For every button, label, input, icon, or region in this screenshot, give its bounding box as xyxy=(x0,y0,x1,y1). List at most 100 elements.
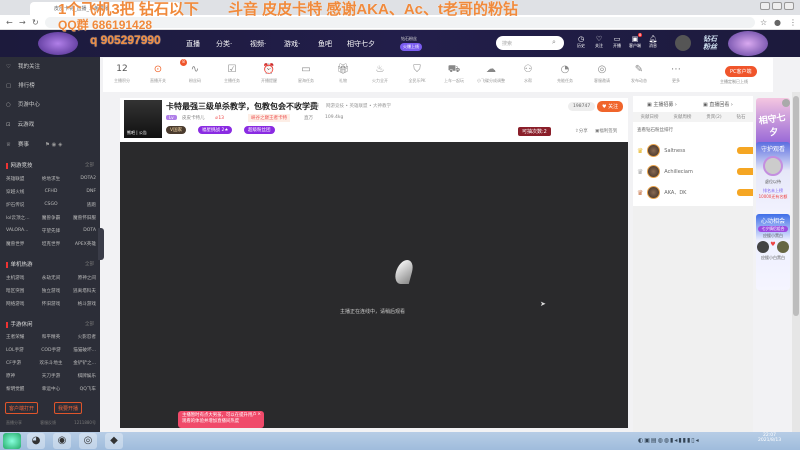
game-link[interactable]: 独立游戏 xyxy=(36,288,66,294)
game-link[interactable]: DOTA2 xyxy=(66,176,96,182)
game-link[interactable]: 魔兽怀旧服 xyxy=(66,215,96,221)
tool-9[interactable]: ☁ 小飞碟分成调整 xyxy=(474,64,508,84)
sidebar-item-esports[interactable]: ♕ 赛事 ⚑ ◉ ◈ xyxy=(6,140,62,148)
video-player[interactable]: 主播正在连线中，请稍后观看 ➤ xyxy=(120,142,628,428)
tool-14[interactable]: ⋯ 更多 xyxy=(659,64,693,84)
profile-icon[interactable]: ● xyxy=(774,18,781,27)
rank-row[interactable]: ♛ Achilleciam xyxy=(637,165,753,178)
game-link[interactable]: 猫猫破坏... xyxy=(66,347,96,353)
super-fan-badge[interactable]: 超级粉丝团 xyxy=(244,126,275,134)
sidebar-item-follow[interactable]: ♡ 我的关注 xyxy=(6,62,40,70)
game-link[interactable]: 网络游戏 xyxy=(6,301,36,307)
tab-weekly[interactable]: 贡献周榜 xyxy=(673,114,691,122)
tool-7[interactable]: ⛉ 全民乐PK xyxy=(400,64,434,84)
tool-0[interactable]: ⊙ 直播开关 xyxy=(141,64,175,84)
promo-button[interactable]: 火爆上线 xyxy=(400,43,422,51)
league-client-icon[interactable]: ◆ xyxy=(105,433,123,449)
category-breadcrumb[interactable]: 网游竞技 • 英雄联盟 • 大神教学 xyxy=(326,103,391,109)
page-scrollbar[interactable] xyxy=(792,92,800,432)
anchor-recruit-link[interactable]: ▣ 主播招募 › xyxy=(647,101,677,108)
tool-2[interactable]: ☑ 主播任务 xyxy=(215,64,249,84)
clock[interactable]: 22:07 2021/8/13 xyxy=(758,433,781,443)
vip-badge[interactable]: V国家 xyxy=(166,126,187,134)
game-link[interactable]: 逃离塔科夫 xyxy=(66,288,96,294)
game-link[interactable]: VALORA... xyxy=(6,228,36,234)
couple-banner[interactable]: 心动相会 七夕情侣组合 应援小黑白 ♥ 应援小白黑白 xyxy=(756,214,790,290)
game-link[interactable]: 穿越火线 xyxy=(6,189,36,195)
game-link[interactable]: 火影忍者 xyxy=(66,334,96,340)
game-link[interactable]: 棋牌娱乐 xyxy=(66,373,96,379)
room-tag[interactable]: 峡谷之巅王者卡特 xyxy=(248,114,290,122)
sidebar-item-ranking[interactable]: ▢ 排行榜 xyxy=(6,81,35,89)
tool-5[interactable]: 🎁︎ 礼物 xyxy=(326,64,360,84)
streamer-name[interactable]: 皮皮卡特儿 xyxy=(182,115,205,121)
tool-8[interactable]: ⛟ 上车一起玩 xyxy=(437,64,471,84)
more-link[interactable]: 全部 xyxy=(85,162,94,168)
game-link[interactable]: 永劫无间 xyxy=(36,275,66,281)
tool-11[interactable]: ◔ 充能任务 xyxy=(548,64,582,84)
game-link[interactable]: 炉石传说 xyxy=(6,202,36,208)
share-button[interactable]: ⇪分享 xyxy=(575,128,588,134)
game-link[interactable]: 魔兽争霸 xyxy=(36,215,66,221)
game-link[interactable]: 原神 xyxy=(6,373,36,379)
scrollbar-thumb[interactable] xyxy=(793,96,799,316)
start-live-button[interactable]: 我要开播 xyxy=(54,402,83,414)
game-link[interactable]: COD手游 xyxy=(36,347,66,353)
nav-video[interactable]: 视频· xyxy=(250,39,266,49)
game-link[interactable]: QQ飞车 xyxy=(66,386,96,392)
game-link[interactable]: 和平精英 xyxy=(36,334,66,340)
game-link[interactable]: 逃跑 xyxy=(66,202,96,208)
follow-button[interactable]: ♡ 关注 xyxy=(591,35,607,49)
rank-row[interactable]: ♛ AKA、DK xyxy=(637,186,753,199)
tool-4[interactable]: ▭ 星海任务 xyxy=(289,64,323,84)
nav-fishbar[interactable]: 鱼吧 xyxy=(318,39,332,49)
footer-link[interactable]: 直播分享 xyxy=(6,420,22,426)
tab-daily[interactable]: 贡献日榜 xyxy=(640,114,658,122)
game-link[interactable]: CSGO xyxy=(36,202,66,208)
game-link[interactable]: LOL手游 xyxy=(6,347,36,353)
game-link[interactable]: 坦克世界 xyxy=(36,241,66,247)
more-link[interactable]: 全部 xyxy=(85,261,94,267)
client-open-button[interactable]: 客户端打开 xyxy=(5,402,39,414)
tool-12[interactable]: ◎ 客服邀请 xyxy=(585,64,619,84)
game-link[interactable]: DOTA xyxy=(66,228,96,234)
tool-6[interactable]: ♨ 火力全开 xyxy=(363,64,397,84)
score-widget[interactable]: 12 主播积分 xyxy=(105,64,139,84)
tool-13[interactable]: ✎ 发布动态 xyxy=(622,64,656,84)
game-link[interactable]: 幸运中心 xyxy=(36,386,66,392)
star-icon[interactable]: ☆ xyxy=(760,18,767,27)
game-link[interactable]: 王者荣耀 xyxy=(6,334,36,340)
footer-link[interactable]: 客服反馈 xyxy=(40,420,56,426)
collapse-banner-button[interactable] xyxy=(782,99,790,107)
tool-3[interactable]: ⏰ 开播提醒 xyxy=(252,64,286,84)
nav-qixi[interactable]: 相守七夕 xyxy=(347,39,375,49)
tool-1[interactable]: ∿ 粉丝码 xyxy=(178,64,212,84)
maximize-button[interactable] xyxy=(772,2,782,10)
forward-icon[interactable]: → xyxy=(19,18,26,27)
back-icon[interactable]: ← xyxy=(6,18,13,27)
game-link[interactable]: 绝地求生 xyxy=(36,176,66,182)
toast-close-button[interactable]: × xyxy=(257,412,261,418)
nav-live[interactable]: 直播 xyxy=(186,39,200,49)
game-link[interactable]: DNF xyxy=(66,189,96,195)
game-link[interactable]: 怀旧游戏 xyxy=(36,301,66,307)
game-link[interactable]: 主机游戏 xyxy=(6,275,36,281)
follow-button[interactable]: ♥ 关注 xyxy=(597,101,624,112)
history-button[interactable]: ◷ 历史 xyxy=(573,35,589,49)
game-link[interactable]: APEX英雄 xyxy=(66,241,96,247)
game-link[interactable]: 黎明觉醒 xyxy=(6,386,36,392)
client-button[interactable]: ▣ 客户端 xyxy=(627,35,643,49)
game-link[interactable]: 原神之间 xyxy=(66,275,96,281)
replay-link[interactable]: ▣ 直播回看 › xyxy=(703,101,733,108)
report-link[interactable]: 举报 xyxy=(310,103,319,109)
user-avatar[interactable] xyxy=(675,35,691,51)
game-link[interactable]: 格斗游戏 xyxy=(66,301,96,307)
checkin-button[interactable]: ▣福利签到 xyxy=(595,128,617,134)
chrome-icon[interactable]: ◕ xyxy=(27,433,45,449)
app-icon[interactable]: ◎ xyxy=(79,433,97,449)
start-button[interactable] xyxy=(3,433,21,449)
rank-row[interactable]: ♛ Saltness xyxy=(637,144,753,157)
game-link[interactable]: 金铲铲之... xyxy=(66,360,96,366)
game-link[interactable]: 英雄联盟 xyxy=(6,176,36,182)
streamer-avatar[interactable]: 熊吧 | 公告 xyxy=(124,100,162,138)
